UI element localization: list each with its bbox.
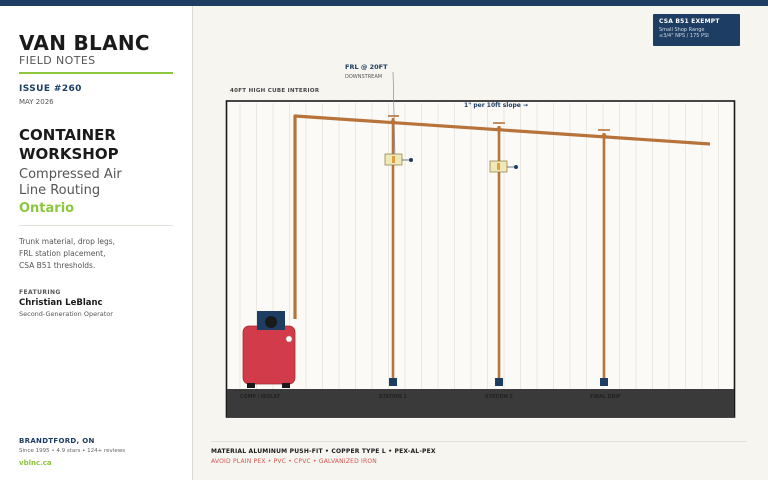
frl-callout-title: FRL @ 20FT (345, 63, 388, 71)
footer-divider (211, 441, 747, 442)
issue-date: MAY 2026 (19, 98, 54, 106)
article-title-line: WORKSHOP (19, 145, 119, 163)
article-description: Trunk material, drop legs, FRL station p… (19, 236, 179, 272)
station-label: COMP / ISOLAT (240, 394, 281, 400)
article-title: CONTAINER WORKSHOP (19, 126, 189, 164)
station-label: STATION 2 (485, 394, 513, 400)
avoid-list: AVOID PLAIN PEX • PVC • CPVC • GALVANIZE… (211, 458, 377, 465)
station-label: STATION 1 (379, 394, 407, 400)
sidebar: VAN BLANC FIELD NOTES ISSUE #260 MAY 202… (0, 6, 193, 480)
business-location: BRANDTFORD, ON (19, 437, 95, 445)
featuring-label: FEATURING (19, 289, 61, 296)
description-line: FRL station placement, (19, 249, 106, 258)
air-line-diagram: 40FT HIGH CUBE INTERIOR FRL @ 20FT DOWNS… (225, 63, 736, 418)
article-title-line: CONTAINER (19, 126, 116, 144)
description-line: CSA B51 thresholds. (19, 261, 96, 270)
brand-subtitle: FIELD NOTES (19, 54, 96, 67)
business-meta: Since 1995 • 4.9 stars • 124+ reviews (19, 448, 126, 454)
article-region: Ontario (19, 201, 75, 216)
featured-person-role: Second-Generation Operator (19, 310, 113, 318)
brand-name: VAN BLANC (19, 31, 150, 55)
material-list: MATERIAL ALUMINUM PUSH-FIT • COPPER TYPE… (211, 448, 436, 455)
brand-divider (19, 72, 173, 74)
sidebar-divider (19, 225, 173, 226)
drain-valve-final-drip (600, 378, 608, 386)
slope-label: 1" per 10ft slope → (464, 102, 528, 109)
business-url-link[interactable]: vblnc.ca (19, 459, 52, 467)
issue-number: ISSUE #260 (19, 84, 82, 94)
featured-person-name: Christian LeBlanc (19, 298, 103, 308)
container-floor (227, 389, 734, 417)
station-label: FINAL DRIP (590, 394, 621, 400)
drain-valve-station-1 (389, 378, 397, 386)
article-subtitle: Compressed Air Line Routing (19, 167, 189, 199)
container-frame (225, 100, 736, 418)
article-subtitle-line: Compressed Air (19, 167, 122, 182)
description-line: Trunk material, drop legs, (19, 237, 116, 246)
article-subtitle-line: Line Routing (19, 183, 101, 198)
drain-valve-station-2 (495, 378, 503, 386)
frl-callout-sub: DOWNSTREAM (345, 74, 382, 80)
container-label: 40FT HIGH CUBE INTERIOR (230, 88, 320, 94)
